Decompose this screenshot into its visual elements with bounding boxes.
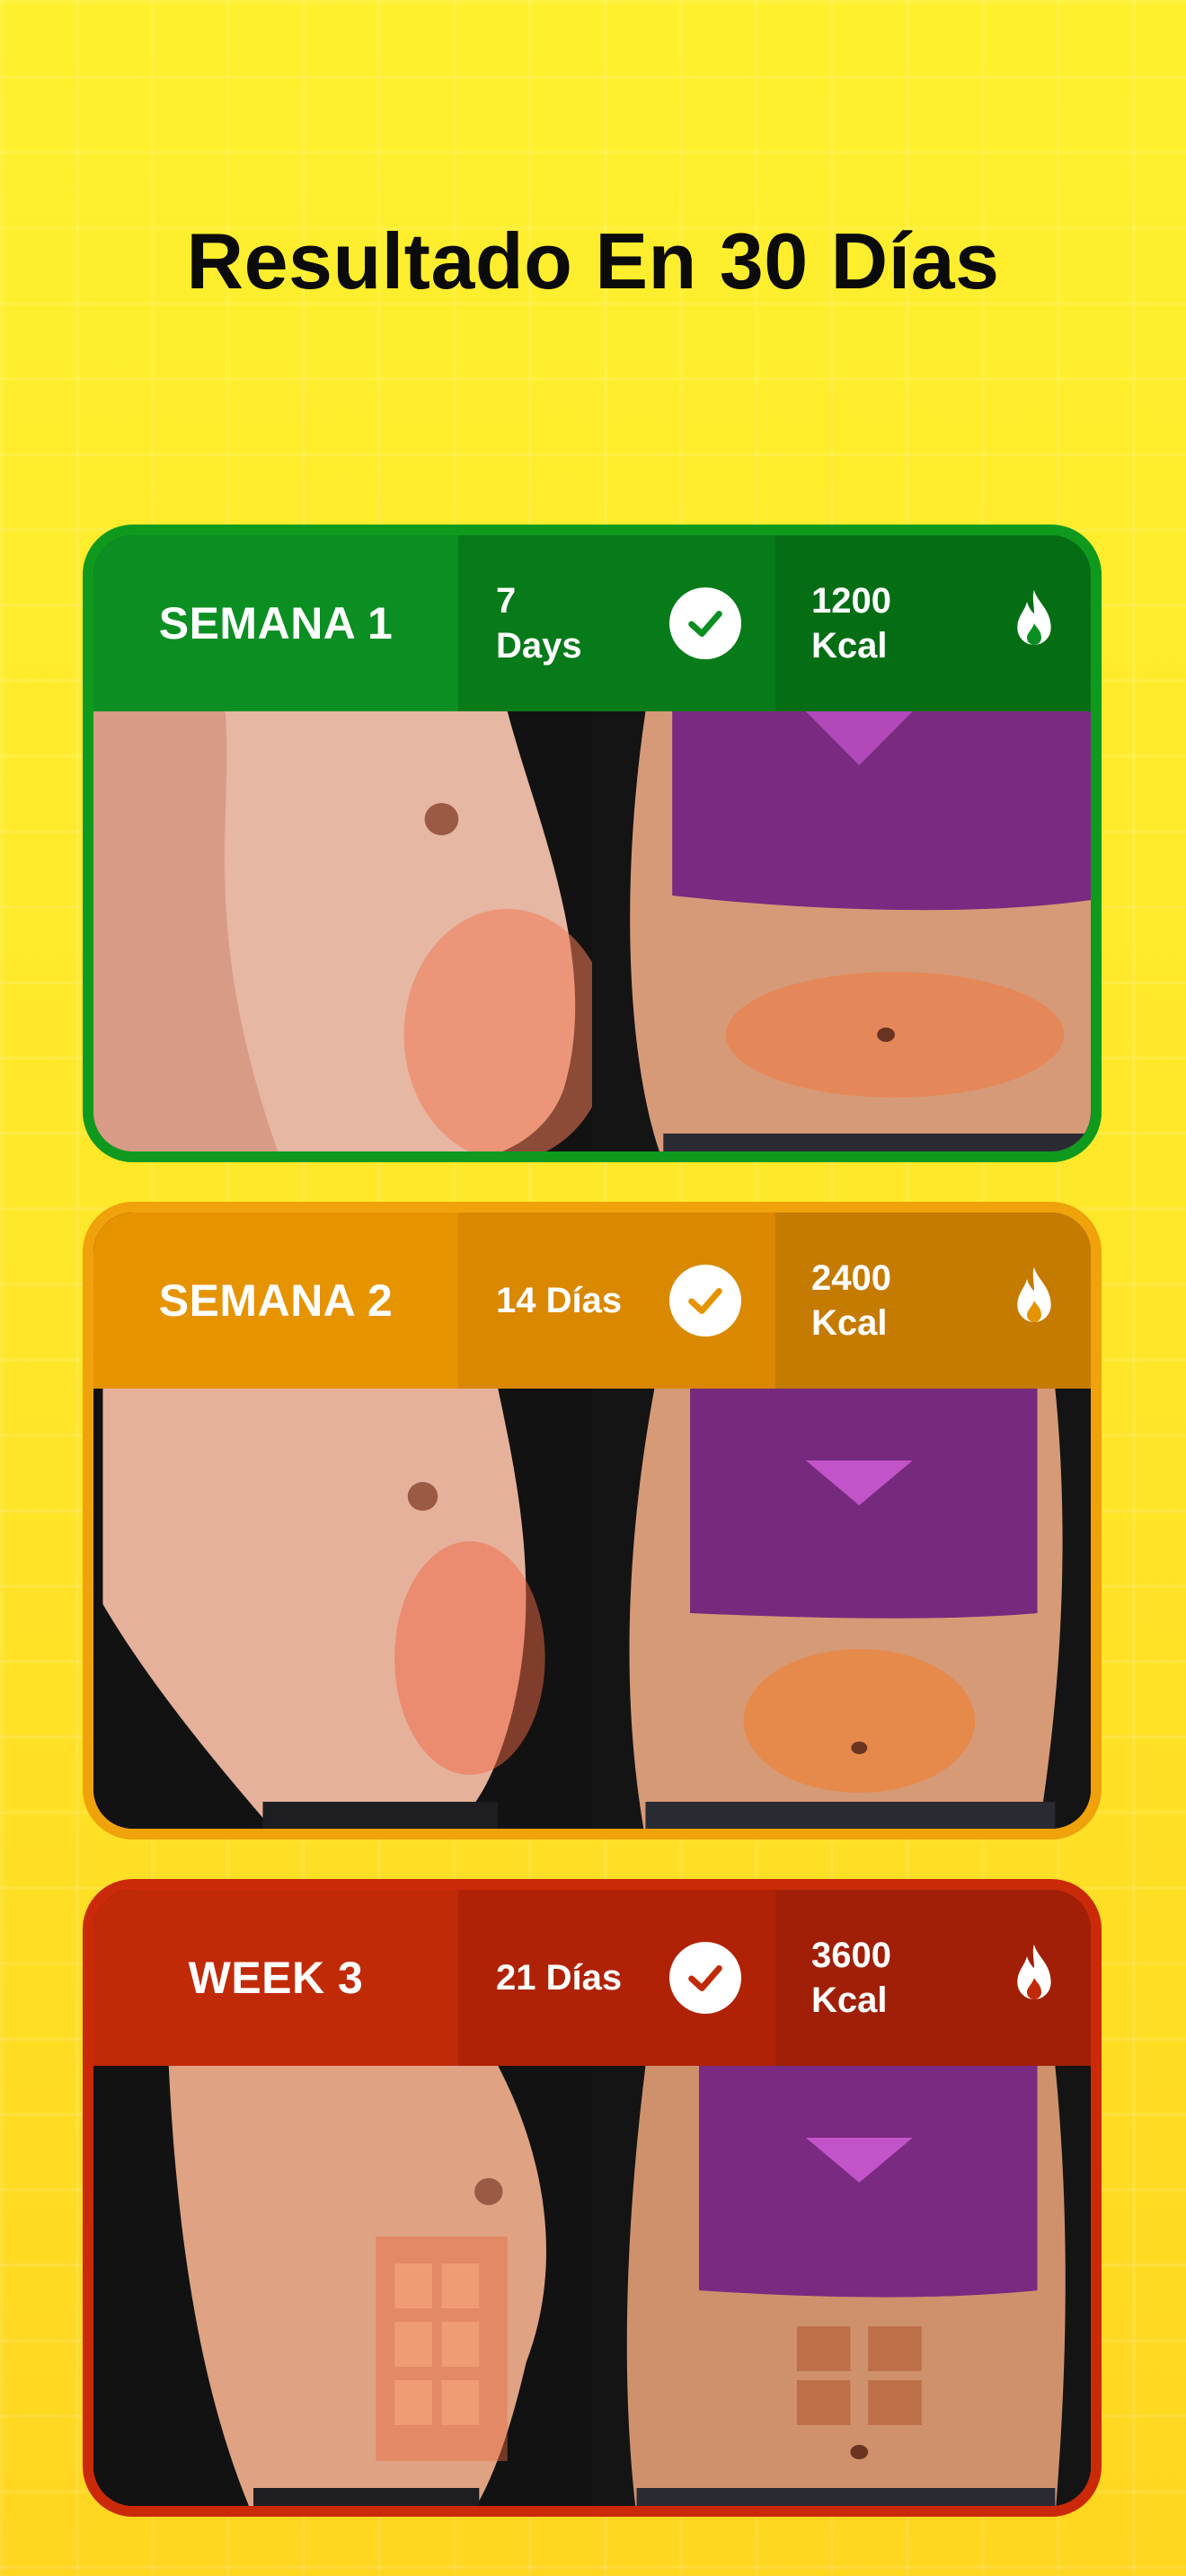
check-circle-icon [669,1265,741,1337]
week-label: SEMANA 1 [158,598,394,648]
week-label: SEMANA 2 [158,1275,394,1326]
kcal-segment: 2400 Kcal [775,1213,1091,1389]
kcal-value: 1200 [811,581,891,621]
check-circle-icon [669,587,741,659]
days-segment: 7 Days [458,535,775,711]
kcal-unit: Kcal [811,1303,888,1343]
kcal-segment: 1200 Kcal [775,535,1091,711]
card-header: WEEK 3 21 Días 3600 Kcal [93,1890,1091,2066]
days-unit: Days [496,626,582,666]
check-circle-icon [669,1942,741,2014]
week-card-2[interactable]: SEMANA 2 14 Días 2400 Kcal [83,1202,1102,1839]
female-abs-image [592,2066,1091,2506]
female-belly-image [592,711,1091,1151]
before-after-photos [93,2066,1091,2506]
days-value: 7 [496,581,517,621]
before-after-photos [93,711,1091,1151]
week-segment: SEMANA 1 [93,535,458,711]
days-segment: 21 Días [458,1890,775,2066]
week-label: WEEK 3 [188,1953,364,2003]
page-title: Resultado En 30 Días [186,216,1000,305]
week-card-1[interactable]: SEMANA 1 7 Days 1200 Kcal [83,525,1102,1162]
week-card-3[interactable]: WEEK 3 21 Días 3600 Kcal [83,1879,1102,2517]
kcal-value: 2400 [811,1258,891,1298]
before-after-photos [93,1389,1091,1829]
male-belly-image [93,711,592,1151]
kcal-value: 3600 [811,1936,891,1975]
kcal-unit: Kcal [811,626,888,666]
days-value: 21 Días [496,1958,623,1998]
days-segment: 14 Días [458,1213,775,1389]
flame-icon [1005,1942,1064,2014]
week-segment: SEMANA 2 [93,1213,458,1389]
card-header: SEMANA 2 14 Días 2400 Kcal [93,1213,1091,1389]
card-header: SEMANA 1 7 Days 1200 Kcal [93,535,1091,711]
male-abs-image [93,2066,592,2506]
kcal-segment: 3600 Kcal [775,1890,1091,2066]
days-value: 14 Días [496,1281,623,1320]
flame-icon [1005,1265,1064,1337]
week-segment: WEEK 3 [93,1890,458,2066]
kcal-unit: Kcal [811,1981,888,2020]
flame-icon [1005,587,1064,659]
male-belly-image [93,1389,592,1829]
female-belly-image [592,1389,1091,1829]
